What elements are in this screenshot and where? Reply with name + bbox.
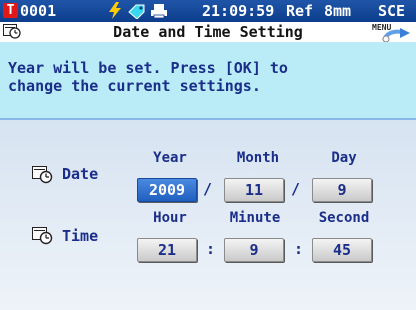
status-clock: 21:09:59 (202, 2, 275, 20)
tag-icon (127, 3, 147, 23)
date-separator: / (291, 180, 301, 198)
year-field[interactable]: 2009 (137, 178, 197, 202)
status-bar: T 0001 21:09:59 Ref 8mm SCE (0, 0, 416, 22)
specular-mode: SCE (378, 2, 406, 20)
minute-field[interactable]: 9 (224, 238, 284, 262)
back-arrow-icon (382, 28, 410, 43)
lightning-icon (108, 2, 122, 23)
menu-back-button[interactable]: MENU (366, 22, 414, 43)
hour-header: Hour (153, 210, 187, 226)
title-bar: Date and Time Setting MENU (0, 22, 416, 43)
message-line-1: Year will be set. Press [OK] to (8, 59, 288, 77)
date-label: Date (62, 165, 99, 183)
aperture-size: 8mm (324, 2, 352, 20)
date-separator: / (203, 180, 213, 198)
day-header: Day (331, 150, 357, 166)
day-field[interactable]: 9 (312, 178, 372, 202)
instruction-message: Year will be set. Press [OK] to change t… (0, 42, 416, 120)
second-header: Second (318, 210, 370, 226)
time-separator: : (206, 240, 216, 258)
channel-code: 0001 (20, 2, 57, 20)
page-title: Date and Time Setting (113, 23, 303, 41)
second-field[interactable]: 45 (312, 238, 372, 262)
hour-field[interactable]: 21 (137, 238, 197, 262)
date-clock-icon (32, 166, 54, 188)
year-header: Year (153, 150, 187, 166)
month-field[interactable]: 11 (224, 178, 284, 202)
time-clock-icon (32, 227, 54, 249)
time-label: Time (62, 227, 99, 245)
message-line-2: change the current settings. (8, 77, 261, 95)
settings-panel: Year Month Day Date 2009 / 11 / 9 Hour M… (0, 120, 416, 310)
time-separator: : (294, 240, 304, 258)
ref-label: Ref (286, 2, 314, 20)
printer-icon (150, 3, 168, 23)
minute-header: Minute (229, 210, 281, 226)
month-header: Month (236, 150, 280, 166)
channel-badge: T (3, 3, 18, 18)
